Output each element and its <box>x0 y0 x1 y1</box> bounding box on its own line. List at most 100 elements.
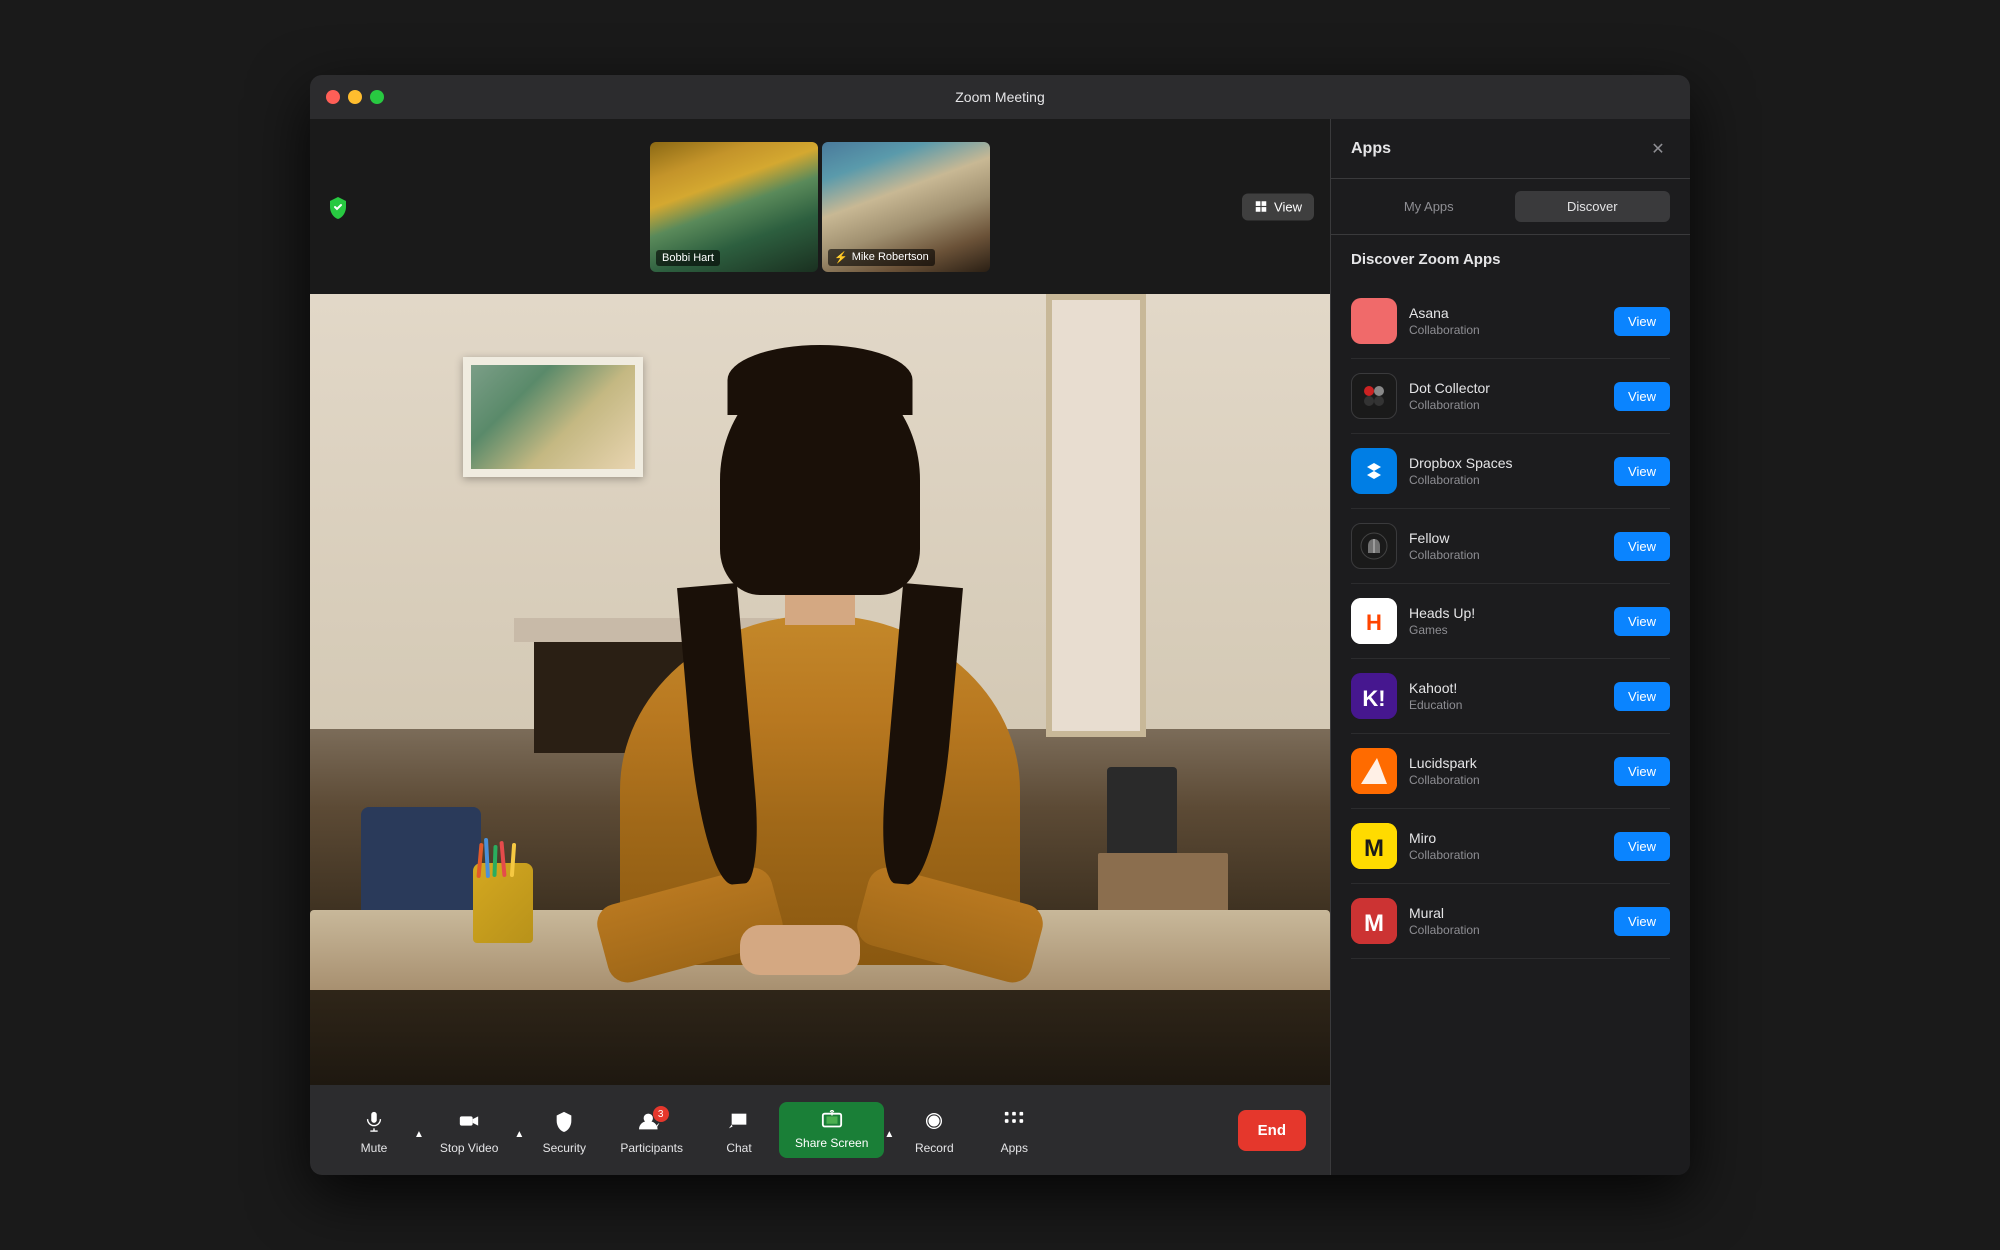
discover-section[interactable]: Discover Zoom Apps Asana <box>1331 235 1690 1175</box>
share-screen-control: Share Screen ▲ <box>779 1097 894 1163</box>
dot-collector-category: Collaboration <box>1409 398 1602 412</box>
video-camera-icon <box>453 1105 485 1137</box>
record-icon <box>918 1105 950 1137</box>
main-speaker-video <box>310 294 1330 1085</box>
chat-label: Chat <box>726 1141 751 1155</box>
main-video-feed <box>310 294 1330 1085</box>
fellow-view-button[interactable]: View <box>1614 532 1670 561</box>
mute-button[interactable]: Mute <box>334 1097 414 1163</box>
fellow-icon <box>1351 523 1397 569</box>
chat-button[interactable]: Chat <box>699 1097 779 1163</box>
thumbnail-mike-robertson[interactable]: ⚡ Mike Robertson <box>822 142 990 272</box>
mute-chevron[interactable]: ▲ <box>414 1121 424 1140</box>
app-item-asana: Asana Collaboration View <box>1351 284 1670 359</box>
dropbox-category: Collaboration <box>1409 473 1602 487</box>
asana-info: Asana Collaboration <box>1409 305 1602 337</box>
kahoot-name: Kahoot! <box>1409 680 1602 696</box>
security-button[interactable]: Security <box>524 1097 604 1163</box>
mute-label: Mute <box>361 1141 388 1155</box>
video-chevron[interactable]: ▲ <box>514 1121 524 1140</box>
app-item-dot-collector: Dot Collector Collaboration View <box>1351 359 1670 434</box>
dropbox-info: Dropbox Spaces Collaboration <box>1409 455 1602 487</box>
sidebar-title: Apps <box>1351 140 1391 158</box>
headsup-icon: H <box>1351 598 1397 644</box>
traffic-lights <box>326 90 384 104</box>
main-content: Bobbi Hart ⚡ Mike Robertson View <box>310 119 1690 1175</box>
record-button[interactable]: Record <box>894 1097 974 1163</box>
share-chevron[interactable]: ▲ <box>884 1121 894 1140</box>
kahoot-info: Kahoot! Education <box>1409 680 1602 712</box>
dot-collector-icon <box>1351 373 1397 419</box>
close-sidebar-button[interactable]: ✕ <box>1646 137 1670 161</box>
miro-view-button[interactable]: View <box>1614 832 1670 861</box>
chair <box>361 807 481 927</box>
stop-video-label: Stop Video <box>440 1141 499 1155</box>
apps-label: Apps <box>1001 1141 1028 1155</box>
tab-bar: My Apps Discover <box>1331 179 1690 235</box>
minimize-button[interactable] <box>348 90 362 104</box>
participants-count-badge: 3 <box>653 1106 669 1122</box>
svg-text:M: M <box>1364 835 1384 862</box>
top-bar: Bobbi Hart ⚡ Mike Robertson View <box>310 119 1330 294</box>
stop-video-button[interactable]: Stop Video <box>424 1097 515 1163</box>
wall-artwork <box>463 357 643 477</box>
dropbox-name: Dropbox Spaces <box>1409 455 1602 471</box>
tab-my-apps[interactable]: My Apps <box>1351 191 1507 222</box>
chat-icon <box>723 1105 755 1137</box>
dot-collector-name: Dot Collector <box>1409 380 1602 396</box>
fellow-name: Fellow <box>1409 530 1602 546</box>
dot-collector-info: Dot Collector Collaboration <box>1409 380 1602 412</box>
svg-text:M: M <box>1364 910 1384 937</box>
tab-discover[interactable]: Discover <box>1515 191 1671 222</box>
headsup-category: Games <box>1409 623 1602 637</box>
window-title: Zoom Meeting <box>955 89 1044 105</box>
fellow-info: Fellow Collaboration <box>1409 530 1602 562</box>
app-item-miro: M Miro Collaboration View <box>1351 809 1670 884</box>
sidebar-header: Apps ✕ <box>1331 119 1690 179</box>
participants-icon-wrap: 3 <box>639 1110 665 1132</box>
participants-button[interactable]: 3 Participants <box>604 1097 699 1163</box>
mute-control: Mute ▲ <box>334 1097 424 1163</box>
close-button[interactable] <box>326 90 340 104</box>
share-screen-label: Share Screen <box>795 1136 868 1150</box>
security-label: Security <box>543 1141 586 1155</box>
apps-sidebar: Apps ✕ My Apps Discover Discover Zoom Ap… <box>1330 119 1690 1175</box>
miro-info: Miro Collaboration <box>1409 830 1602 862</box>
app-item-fellow: Fellow Collaboration View <box>1351 509 1670 584</box>
thumbnail-bobbi-hart[interactable]: Bobbi Hart <box>650 142 818 272</box>
microphone-icon <box>358 1105 390 1137</box>
app-item-dropbox: Dropbox Spaces Collaboration View <box>1351 434 1670 509</box>
security-indicator <box>326 195 350 219</box>
mural-category: Collaboration <box>1409 923 1602 937</box>
thumbnail-label-mike: ⚡ Mike Robertson <box>828 249 935 266</box>
view-button[interactable]: View <box>1242 193 1314 220</box>
lucidspark-view-button[interactable]: View <box>1614 757 1670 786</box>
lucidspark-icon <box>1351 748 1397 794</box>
kahoot-icon: K! <box>1351 673 1397 719</box>
headsup-view-button[interactable]: View <box>1614 607 1670 636</box>
dot-collector-view-button[interactable]: View <box>1614 382 1670 411</box>
end-meeting-button[interactable]: End <box>1238 1110 1306 1151</box>
control-bar: Mute ▲ Stop <box>310 1085 1330 1175</box>
mural-view-button[interactable]: View <box>1614 907 1670 936</box>
lucidspark-name: Lucidspark <box>1409 755 1602 771</box>
asana-icon <box>1351 298 1397 344</box>
apps-icon <box>998 1105 1030 1137</box>
dropbox-icon <box>1351 448 1397 494</box>
dropbox-view-button[interactable]: View <box>1614 457 1670 486</box>
lucidspark-category: Collaboration <box>1409 773 1602 787</box>
share-screen-icon <box>821 1110 843 1132</box>
participants-label: Participants <box>620 1141 683 1155</box>
app-list: Asana Collaboration View <box>1351 284 1670 959</box>
asana-category: Collaboration <box>1409 323 1602 337</box>
headsup-info: Heads Up! Games <box>1409 605 1602 637</box>
apps-button[interactable]: Apps <box>974 1097 1054 1163</box>
svg-text:H: H <box>1366 610 1382 635</box>
fellow-category: Collaboration <box>1409 548 1602 562</box>
kahoot-view-button[interactable]: View <box>1614 682 1670 711</box>
asana-view-button[interactable]: View <box>1614 307 1670 336</box>
video-area: Bobbi Hart ⚡ Mike Robertson View <box>310 119 1330 1175</box>
maximize-button[interactable] <box>370 90 384 104</box>
share-screen-button[interactable]: Share Screen <box>779 1102 884 1158</box>
security-icon <box>548 1105 580 1137</box>
